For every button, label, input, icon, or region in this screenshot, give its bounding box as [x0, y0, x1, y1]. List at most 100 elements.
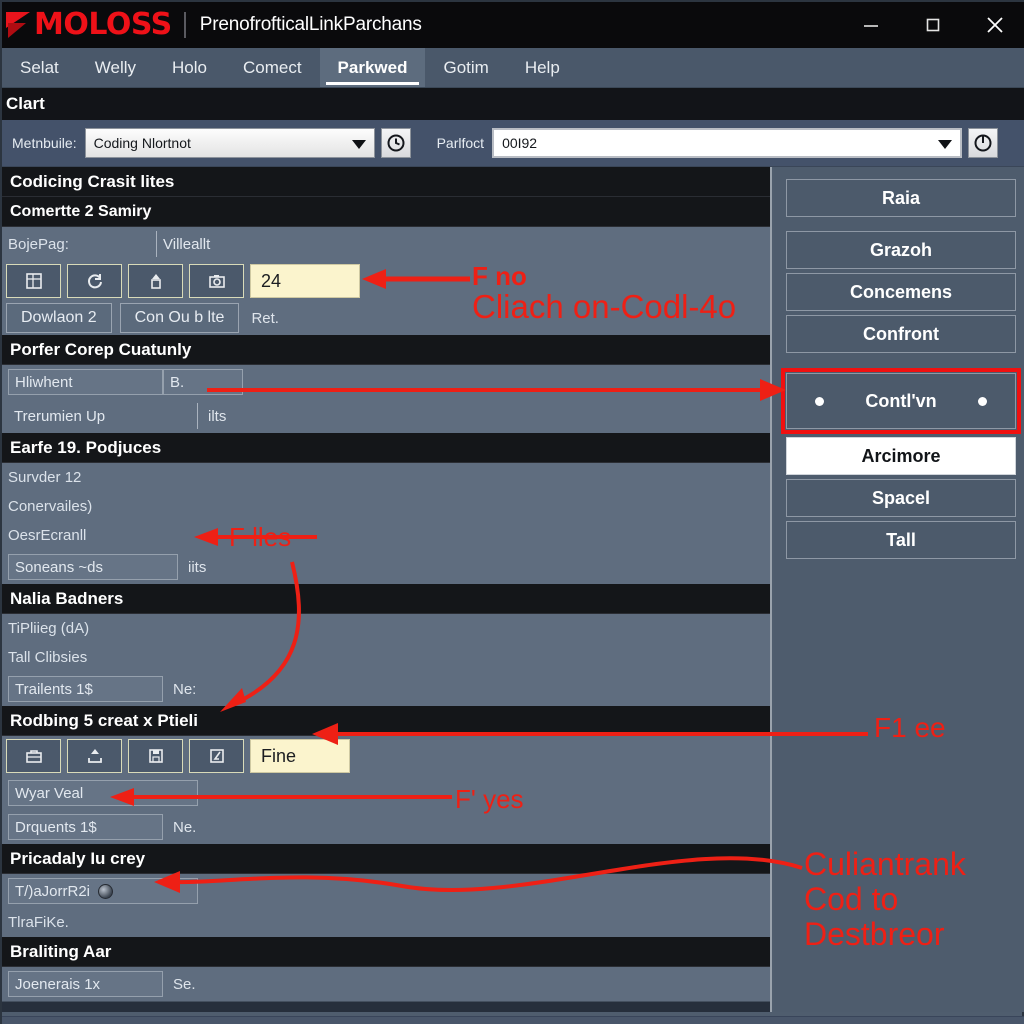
soneans-trailing: iits [188, 558, 207, 576]
menu-bar: Selat Welly Holo Comect Parkwed Gotim He… [2, 48, 1024, 88]
menu-item-parkwed[interactable]: Parkwed [319, 48, 426, 87]
hliwhent-value[interactable]: B. [163, 369, 243, 395]
trerumien-trailing: ilts [208, 407, 227, 425]
bullet-right-icon [978, 396, 987, 406]
brand-name: MOLOSS [34, 7, 172, 42]
parlfoct-dropdown[interactable]: 00I92 [492, 128, 963, 158]
row-conervailes: Conervailes) [2, 492, 770, 521]
tajor-label[interactable]: T/)aJorrR2i [8, 878, 198, 904]
parlfoct-value: 00I92 [502, 135, 538, 151]
save-icon[interactable] [128, 739, 183, 773]
trailents-trailing: Ne: [173, 680, 197, 698]
section-header-rodbing: Rodbing 5 creat x Ptieli [2, 706, 770, 736]
bojepag-value[interactable]: Villeallt [156, 231, 326, 257]
row-trailents: Trailents 1$ Ne: [2, 672, 770, 706]
joenerais-trailing: Se. [173, 975, 196, 993]
row-tipliieg: TiPliieg (dA) [2, 614, 770, 643]
row-trerumien: Trerumien Up ilts [2, 399, 770, 433]
row-wyar-veal: Wyar Veal [2, 776, 770, 810]
soneans-label[interactable]: Soneans ~ds [8, 554, 178, 580]
chevron-down-icon [938, 140, 953, 149]
trailents-label[interactable]: Trailents 1$ [8, 676, 163, 702]
status-bar [2, 1016, 1024, 1024]
menu-item-help[interactable]: Help [507, 48, 578, 87]
tajor-text: T/)aJorrR2i [15, 882, 91, 900]
camera-icon[interactable] [189, 264, 244, 298]
fine-field[interactable]: Fine [250, 739, 350, 773]
close-icon[interactable] [964, 2, 1024, 48]
row-bojepag: BojePag: Villeallt [2, 227, 770, 261]
pill-row-dowlaon: Dowlaon 2 Con Ou b lte Ret. [2, 301, 770, 335]
menu-item-welly[interactable]: Welly [77, 48, 154, 87]
section-header-braliting: Braliting Aar [2, 937, 770, 967]
drquents-label[interactable]: Drquents 1$ [8, 814, 163, 840]
bullet-left-icon [815, 396, 824, 406]
main-content: Codicing Crasit lites Comertte 2 Samiry … [2, 167, 1024, 1022]
selector-toolbar: Metnbuile: Coding Nlortnot Parlfoct 00I9… [2, 120, 1024, 167]
minimize-icon[interactable] [840, 2, 902, 48]
metnbuile-value: Coding Nlortnot [93, 135, 191, 151]
right-panel: Raia Grazoh Concemens Confront Contl'vn … [774, 167, 1024, 1012]
sidebar-button-spacel[interactable]: Spacel [786, 479, 1016, 517]
section-header-nalia: Nalia Badners [2, 584, 770, 614]
row-oesrecranll: OesrEcranll [2, 521, 770, 550]
title-bar: MOLOSS PrenofrofticalLinkParchans [2, 2, 1024, 48]
row-tall-clibsies: Tall Clibsies [2, 643, 770, 672]
window-title: PrenofrofticalLinkParchans [199, 14, 422, 35]
wyar-veal-label[interactable]: Wyar Veal [8, 780, 198, 806]
row-joenerais: Joenerais 1x Se. [2, 967, 770, 1001]
sidebar-button-contlvn[interactable]: Contl'vn [781, 368, 1021, 434]
sidebar-button-arcimore[interactable]: Arcimore [786, 437, 1016, 475]
row-hliwhent: Hliwhent B. [2, 365, 770, 399]
drquents-trailing: Ne. [173, 818, 197, 836]
power-icon[interactable] [968, 128, 999, 158]
sidebar-button-tall[interactable]: Tall [786, 521, 1016, 559]
sub-bar: Clart [2, 88, 1024, 120]
briefcase-icon[interactable] [6, 739, 61, 773]
trerumien-label[interactable]: Trerumien Up [8, 403, 198, 429]
grid-icon[interactable] [6, 264, 61, 298]
metnbuile-label: Metnbuile: [12, 135, 77, 151]
menu-item-holo[interactable]: Holo [154, 48, 225, 87]
pill-con-ou-b-lte[interactable]: Con Ou b lte [119, 303, 240, 333]
joenerais-label[interactable]: Joenerais 1x [8, 971, 163, 997]
left-panel-footer: | [2, 1001, 770, 1012]
row-drquents: Drquents 1$ Ne. [2, 810, 770, 844]
section-header-codicing: Codicing Crasit lites [2, 167, 770, 197]
sphere-icon [98, 883, 114, 899]
row-soneans: Soneans ~ds iits [2, 550, 770, 584]
sidebar-button-grazoh[interactable]: Grazoh [786, 231, 1016, 269]
metnbuile-dropdown[interactable]: Coding Nlortnot [84, 128, 375, 158]
row-tajor: T/)aJorrR2i [2, 874, 770, 908]
toolbar-secondary: Fine [2, 736, 770, 776]
quantity-field[interactable]: 24 [250, 264, 360, 298]
pill-dowlaon[interactable]: Dowlaon 2 [6, 303, 112, 333]
maximize-icon[interactable] [902, 2, 964, 48]
brand-logo: MOLOSS [2, 2, 172, 48]
hliwhent-label[interactable]: Hliwhent [8, 369, 163, 395]
sidebar-button-contlvn-label: Contl'vn [865, 390, 937, 411]
row-survder: Survder 12 [2, 463, 770, 492]
menu-item-comect[interactable]: Comect [225, 48, 320, 87]
sync-icon[interactable] [67, 264, 122, 298]
bojepag-label: BojePag: [8, 235, 69, 253]
section-header-earfe: Earfe 19. Podjuces [2, 433, 770, 463]
sub-bar-label: Clart [6, 94, 45, 113]
sidebar-button-confront[interactable]: Confront [786, 315, 1016, 353]
upload-icon[interactable] [128, 264, 183, 298]
footer-caret: | [384, 1009, 389, 1013]
refresh-circle-icon[interactable] [380, 128, 411, 158]
chevron-down-icon [351, 140, 366, 149]
export-icon[interactable] [67, 739, 122, 773]
menu-item-gotim[interactable]: Gotim [425, 48, 506, 87]
section-subheader-comertte: Comertte 2 Samiry [2, 197, 770, 227]
moloss-mark-icon [6, 10, 32, 40]
menu-item-selat[interactable]: Selat [2, 48, 77, 87]
sidebar-button-raia[interactable]: Raia [786, 179, 1016, 217]
window-controls [840, 2, 1024, 48]
section-header-pricadaly: Pricadaly Iu crey [2, 844, 770, 874]
section-header-porfer: Porfer Corep Cuatunly [2, 335, 770, 365]
pill-trailing-text: Ret. [251, 309, 279, 327]
sidebar-button-concemens[interactable]: Concemens [786, 273, 1016, 311]
edit-icon[interactable] [189, 739, 244, 773]
